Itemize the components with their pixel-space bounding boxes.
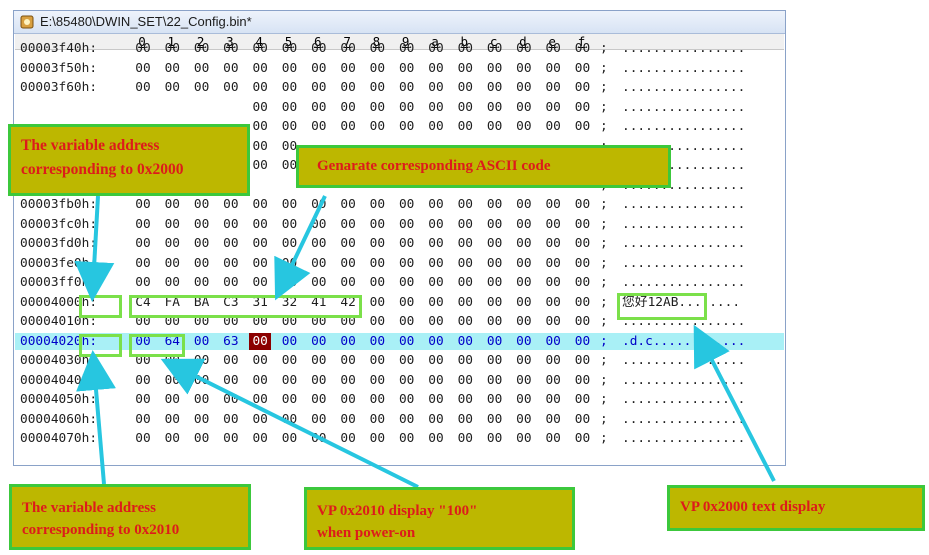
annotation-ascii-code: Genarate corresponding ASCII code bbox=[296, 145, 671, 188]
annotation-vp-2000: VP 0x2000 text display bbox=[667, 485, 925, 531]
callout-arrows bbox=[74, 195, 776, 489]
arrow-ascii-code bbox=[274, 195, 327, 301]
arrow-addr-2010 bbox=[76, 350, 116, 485]
arrow-vp-2010 bbox=[160, 358, 419, 489]
annotation-addr-2010: The variable address corresponding to 0x… bbox=[9, 484, 251, 550]
annotation-vp-2010: VP 0x2010 display "100" when power-on bbox=[304, 487, 575, 550]
annotation-addr-2000: The variable address corresponding to 0x… bbox=[8, 124, 250, 196]
arrow-addr-2000 bbox=[74, 195, 115, 302]
arrow-vp-2000 bbox=[693, 324, 776, 482]
